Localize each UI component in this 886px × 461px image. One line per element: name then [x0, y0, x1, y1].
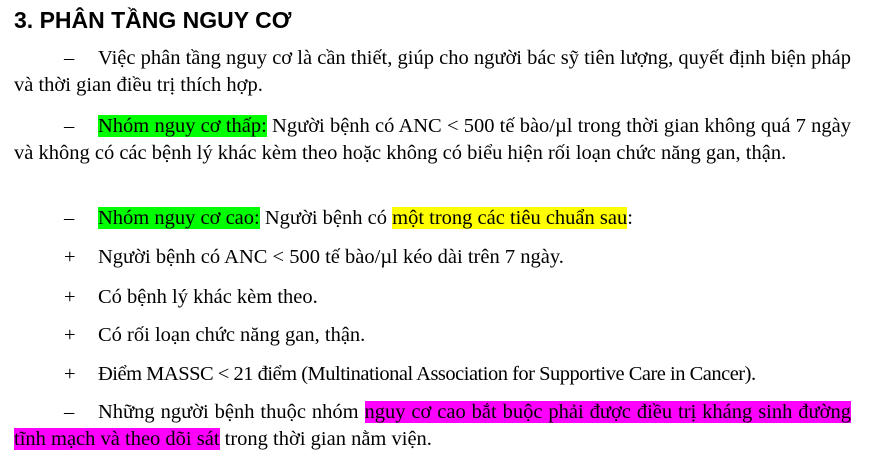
low-risk-label: Nhóm nguy cơ thấp: [98, 115, 267, 137]
dash-bullet: – [64, 401, 75, 423]
plus-bullet: + [64, 324, 76, 346]
criterion-text: Có bệnh lý khác kèm theo. [98, 286, 318, 308]
document-page: 3. PHÂN TẦNG NGUY CƠ – Việc phân tầng ngu… [0, 0, 886, 461]
dash-bullet: – [64, 115, 75, 137]
criterion-text: Điểm MASSC < 21 điểm (Multinational Asso… [98, 363, 756, 385]
high-risk-highlight: một trong các tiêu chuẩn sau [392, 207, 628, 229]
paragraph-conclusion: – Những người bệnh thuộc nhóm nguy cơ cao… [14, 399, 851, 453]
paragraph-intro: – Việc phân tầng nguy cơ là cần thiết, gi… [14, 45, 851, 99]
criterion-item: + Điểm MASSC < 21 điểm (Multinational Ass… [14, 361, 756, 388]
criterion-item: + Có rối loạn chức năng gan, thận. [14, 322, 365, 349]
criterion-text: Người bệnh có ANC < 500 tế bào/µl kéo dà… [98, 246, 564, 268]
section-heading: 3. PHÂN TẦNG NGUY CƠ [14, 7, 292, 33]
plus-bullet: + [64, 246, 76, 268]
plus-bullet: + [64, 363, 76, 385]
paragraph-intro-text: Việc phân tầng nguy cơ là cần thiết, giú… [14, 47, 851, 96]
high-risk-text: Người bệnh có [259, 207, 393, 229]
plus-bullet: + [64, 286, 76, 308]
dash-bullet: – [64, 207, 75, 229]
paragraph-high-risk: – Nhóm nguy cơ cao: Người bệnh có một tro… [14, 205, 851, 232]
conclusion-text-end: trong thời gian nằm viện. [219, 428, 432, 450]
criterion-item: + Người bệnh có ANC < 500 tế bào/µl kéo d… [14, 244, 564, 271]
criterion-text: Có rối loạn chức năng gan, thận. [98, 324, 366, 346]
high-risk-label: Nhóm nguy cơ cao: [98, 207, 260, 229]
paragraph-low-risk: – Nhóm nguy cơ thấp: Người bệnh có ANC < … [14, 113, 851, 167]
dash-bullet: – [64, 47, 75, 69]
high-risk-colon: : [627, 207, 633, 229]
conclusion-text: Những người bệnh thuộc nhóm [98, 401, 365, 423]
criterion-item: + Có bệnh lý khác kèm theo. [14, 284, 318, 311]
